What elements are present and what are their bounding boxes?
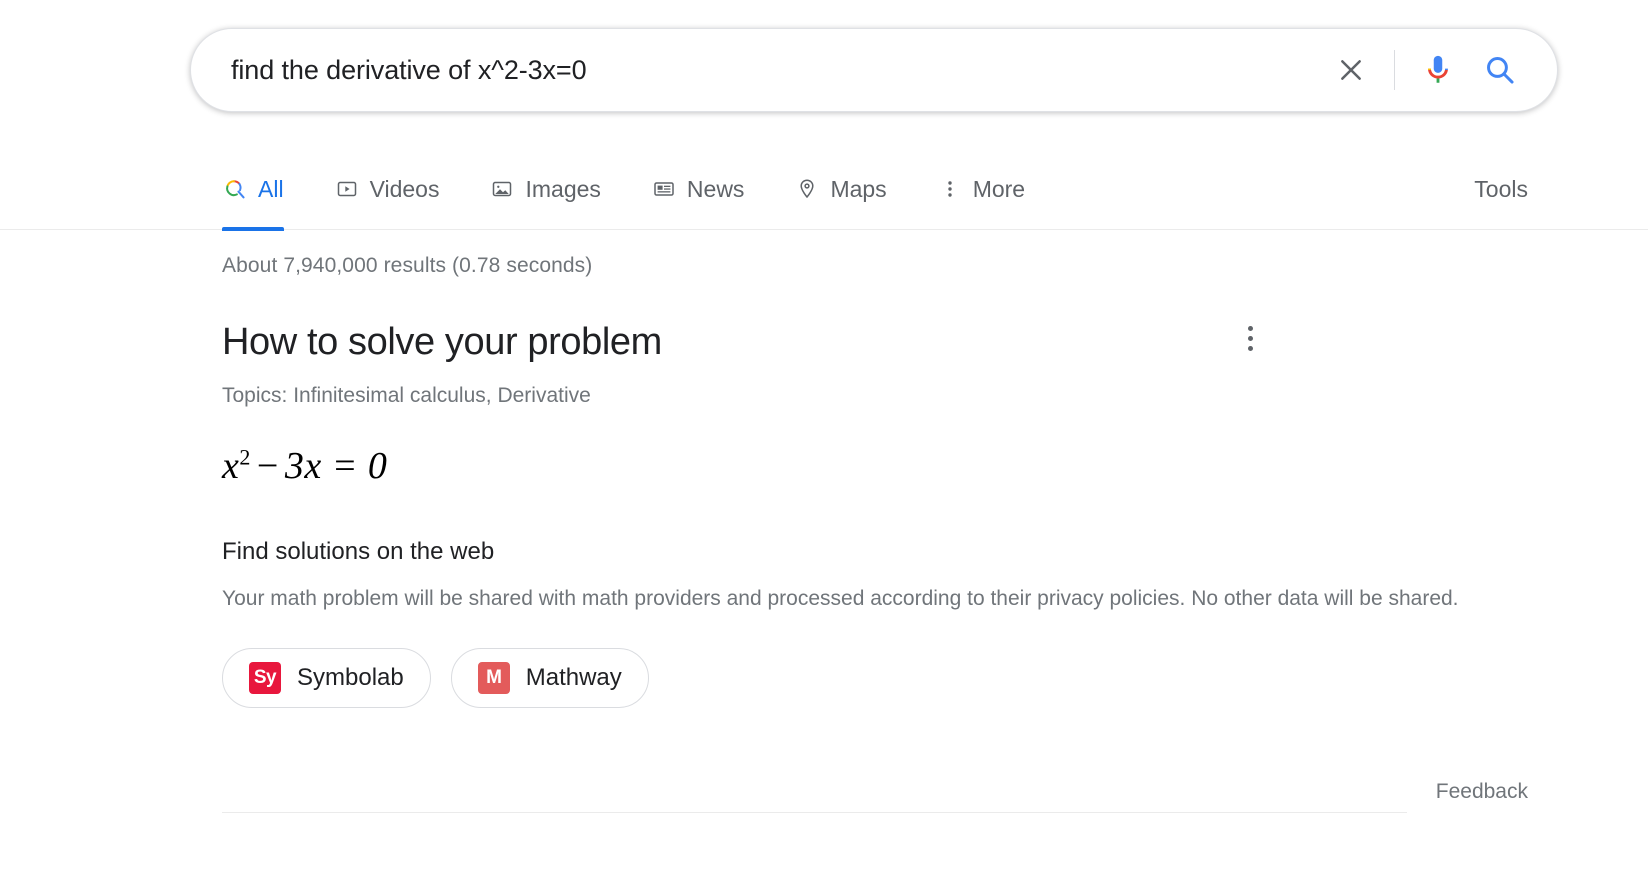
search-bar-actions bbox=[1320, 39, 1531, 101]
privacy-disclaimer: Your math problem will be shared with ma… bbox=[222, 584, 1467, 614]
tab-all[interactable]: All bbox=[222, 152, 312, 230]
math-equation: x2−3x = 0 bbox=[222, 442, 1472, 490]
equation-base: x bbox=[222, 445, 239, 487]
map-pin-icon bbox=[794, 176, 820, 202]
microphone-icon[interactable] bbox=[1407, 39, 1469, 101]
tab-label: More bbox=[973, 174, 1025, 204]
tab-label: Videos bbox=[370, 174, 440, 204]
tab-images[interactable]: Images bbox=[489, 152, 628, 230]
result-stats: About 7,940,000 results (0.78 seconds) bbox=[222, 254, 592, 278]
clear-icon[interactable] bbox=[1320, 39, 1382, 101]
search-tabs: All Videos Images bbox=[222, 152, 1075, 230]
section-title-find-solutions: Find solutions on the web bbox=[222, 536, 1472, 568]
symbolab-logo-icon: Sy bbox=[249, 662, 281, 694]
tab-news[interactable]: News bbox=[651, 152, 773, 230]
divider bbox=[222, 812, 1407, 813]
search-nav-bar: All Videos Images bbox=[0, 152, 1648, 230]
tab-videos[interactable]: Videos bbox=[334, 152, 468, 230]
search-bar-divider bbox=[1394, 50, 1395, 90]
provider-chip-symbolab[interactable]: Sy Symbolab bbox=[222, 648, 431, 708]
equation-minus: − bbox=[251, 445, 285, 487]
math-solver-card: How to solve your problem Topics: Infini… bbox=[222, 318, 1472, 708]
tab-label: Maps bbox=[830, 174, 886, 204]
mathway-logo-icon: M bbox=[478, 662, 510, 694]
provider-label: Mathway bbox=[526, 663, 622, 693]
equation-rest: 3x = 0 bbox=[285, 445, 388, 487]
search-bar[interactable]: find the derivative of x^2-3x=0 bbox=[190, 28, 1558, 112]
more-vertical-icon bbox=[937, 176, 963, 202]
card-topics: Topics: Infinitesimal calculus, Derivati… bbox=[222, 382, 1472, 410]
tab-label: Images bbox=[525, 174, 600, 204]
google-search-icon bbox=[222, 176, 248, 202]
tab-more[interactable]: More bbox=[937, 152, 1053, 230]
tab-label: News bbox=[687, 174, 745, 204]
tools-button[interactable]: Tools bbox=[1474, 174, 1528, 204]
search-submit-icon[interactable] bbox=[1469, 39, 1531, 101]
page-title: How to solve your problem bbox=[222, 318, 1472, 366]
news-icon bbox=[651, 176, 677, 202]
provider-label: Symbolab bbox=[297, 663, 404, 693]
search-input[interactable]: find the derivative of x^2-3x=0 bbox=[231, 55, 1320, 86]
tab-maps[interactable]: Maps bbox=[794, 152, 914, 230]
provider-chip-mathway[interactable]: M Mathway bbox=[451, 648, 649, 708]
image-icon bbox=[489, 176, 515, 202]
search-bar-container: find the derivative of x^2-3x=0 bbox=[190, 28, 1558, 112]
about-this-result-menu-icon[interactable] bbox=[1230, 318, 1270, 358]
tab-label: All bbox=[258, 174, 284, 204]
video-icon bbox=[334, 176, 360, 202]
equation-exponent: 2 bbox=[239, 444, 251, 469]
feedback-link[interactable]: Feedback bbox=[1436, 778, 1528, 806]
provider-chip-list: Sy Symbolab M Mathway bbox=[222, 648, 1472, 708]
